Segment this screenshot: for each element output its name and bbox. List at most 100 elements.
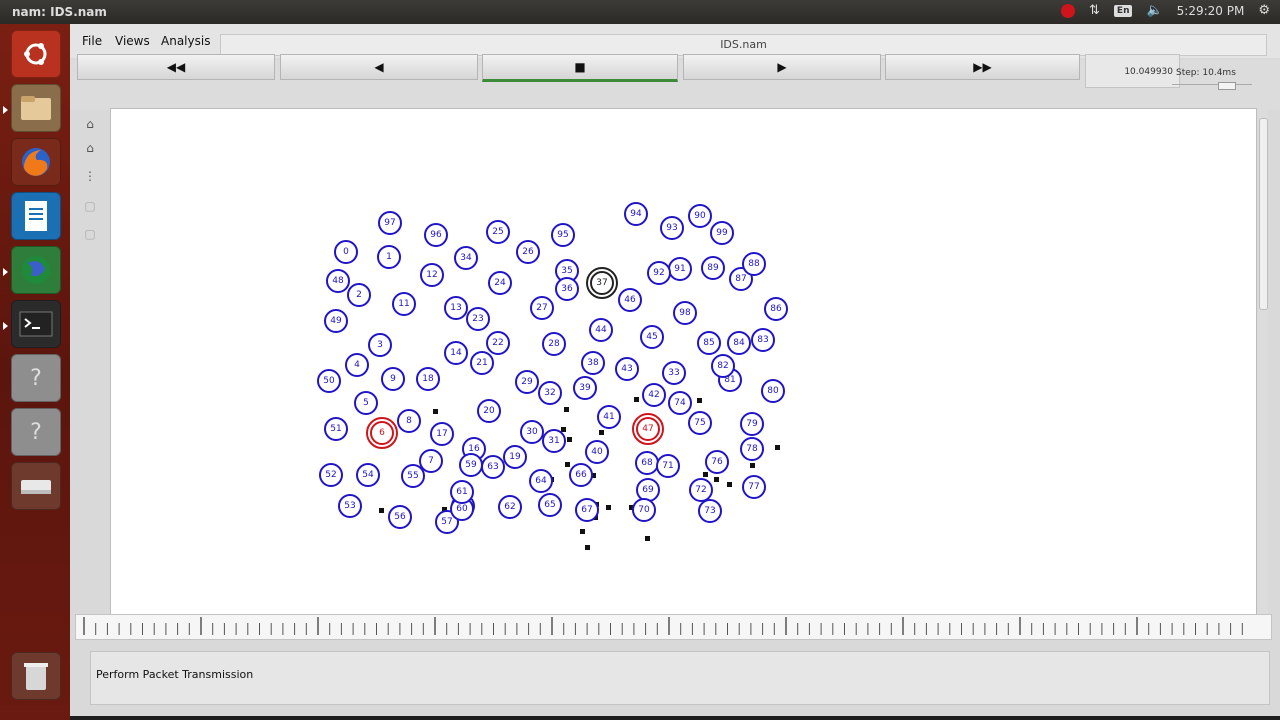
- network-node[interactable]: 74: [668, 391, 692, 415]
- network-node[interactable]: 90: [688, 204, 712, 228]
- network-node[interactable]: 80: [761, 379, 785, 403]
- network-node[interactable]: 3: [368, 333, 392, 357]
- network-node[interactable]: 32: [538, 381, 562, 405]
- network-canvas[interactable]: 0 1 2 3 4 5 6 7 8 9 11 12 13 14 16 17 18 19 20 21 22 23 24 25 26…: [110, 108, 1257, 618]
- network-node[interactable]: 18: [416, 367, 440, 391]
- firefox-icon[interactable]: [11, 138, 61, 186]
- network-node[interactable]: 49: [324, 309, 348, 333]
- unknown-app-icon[interactable]: ?: [11, 354, 61, 402]
- network-node[interactable]: 4: [345, 353, 369, 377]
- network-node[interactable]: 13: [444, 296, 468, 320]
- writer-icon[interactable]: [11, 192, 61, 240]
- network-node[interactable]: 67: [575, 498, 599, 522]
- network-node[interactable]: 36: [555, 277, 579, 301]
- network-node[interactable]: 39: [573, 376, 597, 400]
- network-node[interactable]: 55: [401, 464, 425, 488]
- network-node[interactable]: 7: [419, 449, 443, 473]
- network-node[interactable]: 62: [498, 495, 522, 519]
- network-node[interactable]: 27: [530, 296, 554, 320]
- drive-icon[interactable]: [11, 462, 61, 510]
- network-node[interactable]: 97: [378, 211, 402, 235]
- network-topology[interactable]: 0 123456789111213141617181920212223242526…: [111, 109, 1256, 617]
- network-node[interactable]: 5: [354, 391, 378, 415]
- network-node[interactable]: 68: [635, 451, 659, 475]
- step-slider-knob[interactable]: [1218, 82, 1236, 90]
- zoom-out-icon[interactable]: ⌂: [80, 138, 100, 158]
- network-node[interactable]: 72: [689, 478, 713, 502]
- network-node[interactable]: 14: [444, 341, 468, 365]
- vertical-scroll-thumb[interactable]: [1259, 118, 1268, 310]
- network-node[interactable]: 59: [459, 453, 483, 477]
- globe-icon[interactable]: [11, 246, 61, 294]
- stop-button[interactable]: ■: [482, 54, 678, 82]
- network-node[interactable]: 34: [454, 246, 478, 270]
- network-icon[interactable]: ⇅: [1089, 3, 1100, 18]
- network-node[interactable]: 29: [515, 370, 539, 394]
- network-node[interactable]: 71: [656, 454, 680, 478]
- clock[interactable]: 5:29:20 PM: [1177, 4, 1245, 18]
- menu-file[interactable]: File: [82, 34, 102, 48]
- menu-analysis[interactable]: Analysis: [161, 34, 210, 48]
- fast-forward-button[interactable]: ▶▶: [885, 54, 1080, 80]
- network-node[interactable]: 26: [516, 240, 540, 264]
- network-node[interactable]: 46: [618, 288, 642, 312]
- network-node[interactable]: 47: [632, 413, 664, 445]
- network-node[interactable]: 78: [740, 437, 764, 461]
- network-node[interactable]: 98: [673, 301, 697, 325]
- network-node[interactable]: 48: [326, 269, 350, 293]
- network-node[interactable]: 6: [366, 417, 398, 449]
- network-node[interactable]: 85: [697, 331, 721, 355]
- menu-views[interactable]: Views: [115, 34, 150, 48]
- network-node[interactable]: 31: [542, 429, 566, 453]
- network-node[interactable]: 24: [488, 271, 512, 295]
- network-node[interactable]: 50: [317, 369, 341, 393]
- network-node[interactable]: 65: [538, 493, 562, 517]
- settings-icon[interactable]: ⚙: [1258, 3, 1270, 18]
- rewind-button[interactable]: ◀◀: [77, 54, 275, 80]
- network-node[interactable]: 43: [615, 357, 639, 381]
- unknown-app-icon[interactable]: ?: [11, 408, 61, 456]
- keyboard-icon[interactable]: En: [1113, 4, 1133, 17]
- network-node[interactable]: 86: [764, 297, 788, 321]
- step-slider[interactable]: [1172, 82, 1252, 91]
- network-node[interactable]: 91: [668, 257, 692, 281]
- network-node[interactable]: 75: [688, 411, 712, 435]
- network-node[interactable]: 21: [470, 351, 494, 375]
- network-node[interactable]: 66: [569, 463, 593, 487]
- network-node[interactable]: 54: [356, 463, 380, 487]
- network-node[interactable]: 44: [589, 318, 613, 342]
- network-node[interactable]: 51: [324, 417, 348, 441]
- network-node[interactable]: 73: [698, 499, 722, 523]
- network-node[interactable]: 64: [529, 469, 553, 493]
- zoom-in-icon[interactable]: ⌂: [80, 114, 100, 134]
- network-node[interactable]: 56: [388, 505, 412, 529]
- network-node[interactable]: 17: [430, 422, 454, 446]
- volume-icon[interactable]: 🔈: [1146, 3, 1162, 18]
- timeline-slider[interactable]: [75, 614, 1272, 640]
- network-node[interactable]: 28: [542, 332, 566, 356]
- network-node[interactable]: 63: [481, 455, 505, 479]
- network-node[interactable]: 79: [740, 412, 764, 436]
- network-node[interactable]: 25: [486, 220, 510, 244]
- network-node[interactable]: 83: [751, 328, 775, 352]
- record-icon[interactable]: [1061, 3, 1076, 18]
- network-node[interactable]: 93: [660, 216, 684, 240]
- network-node[interactable]: 70: [632, 498, 656, 522]
- network-node[interactable]: 19: [503, 445, 527, 469]
- network-node[interactable]: 2: [347, 283, 371, 307]
- play-button[interactable]: ▶: [683, 54, 881, 80]
- step-back-button[interactable]: ◀: [280, 54, 478, 80]
- network-node[interactable]: 76: [705, 450, 729, 474]
- network-node[interactable]: 84: [727, 331, 751, 355]
- network-node[interactable]: 9: [381, 367, 405, 391]
- network-node[interactable]: 69: [636, 478, 660, 502]
- vertical-scrollbar[interactable]: [1258, 108, 1268, 616]
- files-icon[interactable]: [11, 84, 61, 132]
- network-node[interactable]: 0: [334, 240, 358, 264]
- layout-icon[interactable]: ⋮: [80, 166, 100, 186]
- network-node[interactable]: 94: [624, 202, 648, 226]
- ubuntu-dash-icon[interactable]: [11, 30, 61, 78]
- network-node[interactable]: 82: [711, 354, 735, 378]
- network-node[interactable]: 95: [551, 223, 575, 247]
- network-node[interactable]: 41: [597, 405, 621, 429]
